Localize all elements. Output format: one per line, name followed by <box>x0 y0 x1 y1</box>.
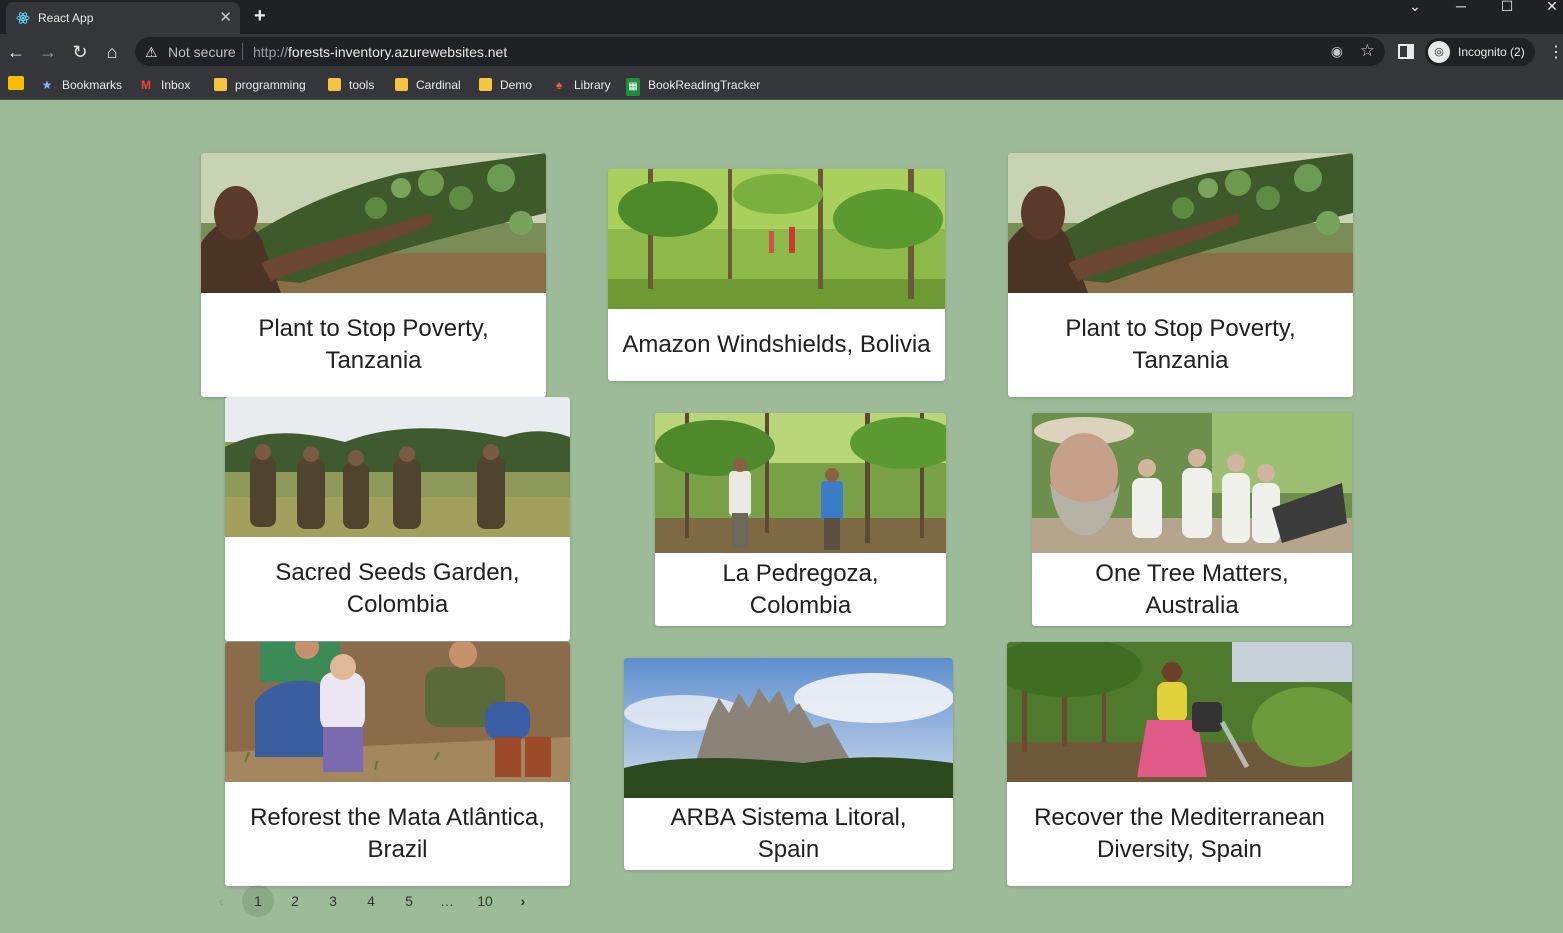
security-status[interactable]: Not secure <box>168 44 236 60</box>
browser-tab[interactable]: React App ✕ <box>6 2 240 34</box>
project-title: Sacred Seeds Garden, Colombia <box>275 559 520 618</box>
address-bar[interactable]: ⚠ Not secure http://forests-inventory.az… <box>135 37 1385 66</box>
bookmark-item[interactable]: M Inbox <box>139 76 190 94</box>
project-title: La Pedregoza, Colombia <box>722 559 879 619</box>
react-logo-icon <box>16 12 30 24</box>
star-icon: ★ <box>41 78 53 92</box>
project-photo <box>201 153 546 293</box>
minimize-window-icon[interactable]: ─ <box>1441 0 1481 14</box>
library-icon: ♠ <box>555 78 563 92</box>
project-title: Plant to Stop Poverty, Tanzania <box>1065 315 1296 374</box>
apps-icon[interactable] <box>8 76 24 94</box>
project-photo <box>655 413 946 553</box>
project-card[interactable]: Plant to Stop Poverty, Tanzania <box>1008 153 1353 397</box>
bookmark-item[interactable]: ♠ Library <box>552 76 611 94</box>
project-photo <box>1032 413 1352 553</box>
warning-icon[interactable]: ⚠ <box>145 44 158 61</box>
bookmark-folder[interactable]: programming <box>214 76 306 94</box>
close-tab-icon[interactable]: ✕ <box>219 8 232 26</box>
forward-icon[interactable]: → <box>37 41 59 63</box>
project-card[interactable]: Recover the Mediterranean Diversity, Spa… <box>1007 642 1352 886</box>
back-icon[interactable]: ← <box>5 41 27 63</box>
close-window-icon[interactable]: ✕ <box>1532 0 1563 14</box>
project-title: Reforest the Mata Atlântica, Brazil <box>250 804 545 863</box>
project-title: Amazon Windshields, Bolivia <box>622 331 931 358</box>
previous-page-icon[interactable]: ‹ <box>205 885 237 917</box>
page-button-5[interactable]: 5 <box>393 885 425 917</box>
folder-icon <box>328 78 341 91</box>
bookmark-item[interactable]: ▦ BookReadingTracker <box>626 76 760 96</box>
project-photo <box>624 658 953 798</box>
page-button-2[interactable]: 2 <box>279 885 311 917</box>
side-panel-icon[interactable] <box>1398 44 1414 59</box>
bookmark-folder[interactable]: tools <box>328 76 374 94</box>
bookmark-folder[interactable]: Demo <box>479 76 532 94</box>
reload-icon[interactable]: ↻ <box>69 41 91 63</box>
project-card[interactable]: Amazon Windshields, Bolivia <box>608 169 945 381</box>
maximize-window-icon[interactable]: ☐ <box>1487 0 1527 14</box>
folder-icon <box>479 78 492 91</box>
home-icon[interactable]: ⌂ <box>101 41 123 63</box>
project-card[interactable]: Plant to Stop Poverty, Tanzania <box>201 153 546 397</box>
bookmark-star-icon[interactable]: ☆ <box>1360 41 1375 61</box>
project-card[interactable]: Sacred Seeds Garden, Colombia <box>225 397 570 641</box>
project-photo <box>225 397 570 537</box>
project-photo <box>225 642 570 782</box>
project-card[interactable]: ARBA Sistema Litoral, Spain <box>624 658 953 870</box>
url-text[interactable]: http://forests-inventory.azurewebsites.n… <box>253 44 507 60</box>
project-photo <box>608 169 945 309</box>
project-card[interactable]: Reforest the Mata Atlântica, Brazil <box>225 642 570 886</box>
tab-search-icon[interactable]: ⌄ <box>1395 0 1435 14</box>
tab-strip: React App ✕ + ⌄ ─ ☐ ✕ <box>0 0 1563 34</box>
bookmark-item[interactable]: ★ Bookmarks <box>40 76 122 94</box>
project-title: One Tree Matters, Australia <box>1095 559 1289 619</box>
project-title: Recover the Mediterranean Diversity, Spa… <box>1034 804 1325 863</box>
project-card[interactable]: One Tree Matters, Australia <box>1032 413 1352 626</box>
incognito-icon: ◎ <box>1428 41 1450 63</box>
gmail-icon: M <box>141 78 151 92</box>
bookmarks-bar: ★ Bookmarks M Inbox programming tools Card… <box>0 70 1563 100</box>
bookmark-folder[interactable]: Cardinal <box>395 76 461 94</box>
profile-label: Incognito (2) <box>1458 45 1525 59</box>
page-button-3[interactable]: 3 <box>317 885 349 917</box>
tab-title: React App <box>38 11 94 25</box>
project-title: Plant to Stop Poverty, Tanzania <box>258 315 489 374</box>
next-page-icon[interactable]: › <box>507 885 539 917</box>
pagination-ellipsis: … <box>440 893 454 909</box>
browser-toolbar: ← → ↻ ⌂ ⚠ Not secure http://forests-inve… <box>0 34 1563 70</box>
project-card[interactable]: La Pedregoza, Colombia <box>655 413 946 626</box>
project-photo <box>1007 642 1352 782</box>
profile-button[interactable]: ◎ Incognito (2) <box>1425 38 1535 66</box>
divider <box>242 43 243 60</box>
folder-icon <box>395 78 408 91</box>
page-button-1[interactable]: 1 <box>242 885 274 917</box>
project-title: ARBA Sistema Litoral, Spain <box>670 804 907 863</box>
sheets-icon: ▦ <box>626 78 640 96</box>
folder-icon <box>214 78 227 91</box>
page-button-4[interactable]: 4 <box>355 885 387 917</box>
project-photo <box>1008 153 1353 293</box>
page-button-10[interactable]: 10 <box>469 885 501 917</box>
menu-kebab-icon[interactable]: ⋮ <box>1548 42 1563 62</box>
new-tab-button[interactable]: + <box>254 5 266 28</box>
tracking-protection-eye-off-icon[interactable]: ◉ <box>1331 43 1343 60</box>
